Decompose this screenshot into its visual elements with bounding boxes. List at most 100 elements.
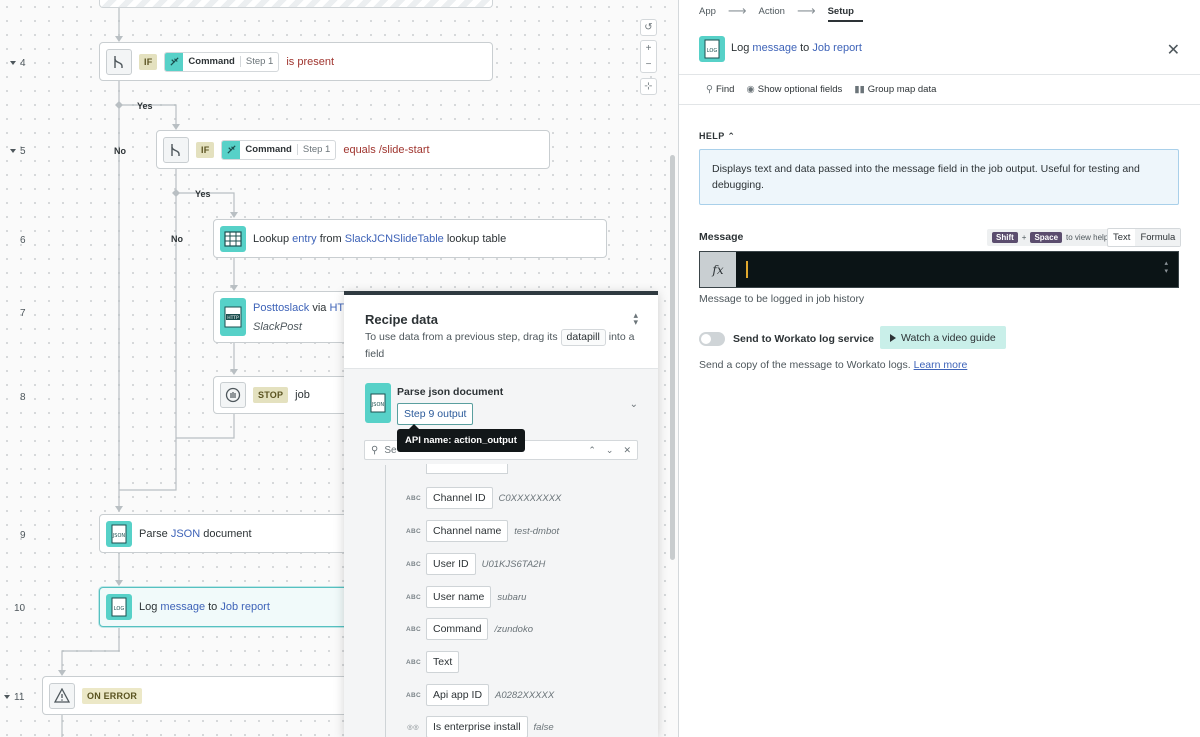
recipe-data-description: To use data from a previous step, drag i… bbox=[365, 329, 635, 360]
datapill[interactable]: Channel ID bbox=[426, 487, 493, 509]
branch-yes-label: Yes bbox=[195, 189, 211, 199]
datapill-row[interactable]: ABC User ID U01KJS6TA2H bbox=[406, 552, 545, 576]
text-mode-option[interactable]: Text bbox=[1108, 229, 1135, 246]
previous-step-stub bbox=[99, 0, 493, 8]
string-type-icon: ABC bbox=[406, 625, 421, 633]
datapill-row[interactable]: ABC Api app ID A0282XXXXX bbox=[406, 683, 554, 707]
boolean-type-icon: ◎◎ bbox=[407, 724, 419, 731]
log-service-toggle[interactable] bbox=[699, 332, 725, 346]
string-type-icon: ABC bbox=[406, 691, 421, 699]
datapill-row[interactable]: ABC Command /zundoko bbox=[406, 617, 533, 641]
sample-value: false bbox=[533, 721, 554, 733]
active-step-indicator bbox=[828, 20, 863, 22]
slack-icon bbox=[222, 140, 241, 159]
resize-handle-icon[interactable]: ▴ ▾ bbox=[633, 311, 638, 327]
help-toggle[interactable]: HELP ⌃ bbox=[699, 131, 735, 142]
condition-operator: is present bbox=[286, 55, 335, 68]
if-tag: IF bbox=[139, 53, 158, 70]
formula-mode-option[interactable]: Formula bbox=[1135, 229, 1181, 246]
step-7-summary: Posttoslack via HT SlackPost bbox=[253, 301, 345, 333]
if-tag: IF bbox=[196, 141, 215, 158]
resize-handle-icon[interactable]: ▴ ▾ bbox=[1164, 252, 1178, 287]
command-datapill[interactable]: Command Step 1 bbox=[221, 139, 337, 160]
string-type-icon: ABC bbox=[406, 658, 421, 666]
recipe-data-panel: Recipe data ▴ ▾ To use data from a previo… bbox=[344, 291, 658, 737]
chevron-down-icon[interactable]: ⌄ bbox=[630, 399, 638, 410]
divider bbox=[679, 104, 1200, 105]
datapill[interactable]: User name bbox=[426, 586, 492, 608]
sample-value: U01KJS6TA2H bbox=[481, 558, 546, 570]
command-datapill[interactable]: Command Step 1 bbox=[164, 51, 280, 72]
wizard-step-action[interactable]: Action bbox=[759, 6, 785, 17]
fit-view-button[interactable]: ⊹ bbox=[640, 78, 657, 95]
zoom-controls: + − bbox=[640, 40, 657, 73]
datapill-row[interactable]: ABC Channel name test-dmbot bbox=[406, 519, 559, 543]
clear-search-icon[interactable]: ✕ bbox=[623, 445, 631, 456]
branch-yes-label: Yes bbox=[137, 101, 153, 111]
text-cursor bbox=[746, 261, 748, 278]
next-match-icon[interactable]: ⌄ bbox=[606, 445, 614, 456]
line-number-5[interactable]: 5 bbox=[10, 146, 40, 157]
datapill[interactable]: Channel name bbox=[426, 520, 509, 542]
api-name-tooltip: API name: action_output bbox=[397, 424, 525, 452]
on-error-tag: ON ERROR bbox=[82, 687, 143, 704]
line-number-4[interactable]: 4 bbox=[10, 58, 40, 69]
datapill-row[interactable]: ◎◎ Is enterprise install false bbox=[406, 715, 554, 737]
undo-icon: ↺ bbox=[644, 22, 653, 33]
find-button[interactable]: ⚲ Find bbox=[706, 84, 734, 95]
partial-datapill bbox=[426, 464, 508, 474]
undo-button[interactable]: ↺ bbox=[640, 19, 657, 36]
text-formula-toggle[interactable]: Text Formula bbox=[1107, 228, 1182, 247]
learn-more-link[interactable]: Learn more bbox=[914, 359, 968, 371]
datapill[interactable]: Command bbox=[426, 618, 489, 640]
close-icon[interactable]: ✕ bbox=[1167, 40, 1180, 60]
svg-text:LOG: LOG bbox=[707, 48, 718, 54]
wizard-breadcrumb: App ⟶ Action ⟶ Setup bbox=[699, 3, 854, 19]
datapill[interactable]: Is enterprise install bbox=[426, 716, 528, 737]
group-map-data-button[interactable]: ▮▮ Group map data bbox=[854, 84, 936, 95]
datapill-chip: datapill bbox=[560, 329, 606, 346]
log-service-description: Send a copy of the message to Workato lo… bbox=[699, 359, 968, 371]
show-optional-fields-button[interactable]: ◉ Show optional fields bbox=[746, 84, 842, 95]
json-icon: JSON bbox=[106, 520, 132, 547]
fit-icon: ⊹ bbox=[644, 81, 653, 92]
step-header-title: Log message to Job report bbox=[731, 42, 862, 54]
line-number-9: 9 bbox=[20, 530, 26, 541]
log-icon: LOG bbox=[106, 594, 132, 620]
tree-guide bbox=[385, 465, 386, 737]
wizard-step-setup[interactable]: Setup bbox=[828, 6, 854, 17]
canvas-scrollbar[interactable] bbox=[670, 155, 675, 560]
datapill-row[interactable]: ABC User name subaru bbox=[406, 585, 526, 609]
stop-tag: STOP bbox=[253, 387, 289, 403]
keyboard-hint: Shift + Space to view help bbox=[987, 229, 1114, 246]
line-number-10: 10 bbox=[14, 603, 26, 614]
step-6-lookup[interactable]: Lookup entry from SlackJCNSlideTable loo… bbox=[213, 219, 607, 258]
datapill[interactable]: User ID bbox=[426, 553, 476, 575]
datapill[interactable]: Text bbox=[426, 651, 460, 673]
log-service-label: Send to Workato log service bbox=[733, 333, 875, 345]
wizard-step-app[interactable]: App bbox=[699, 6, 716, 17]
datapill-row[interactable]: ABC Channel ID C0XXXXXXXX bbox=[406, 486, 561, 510]
watch-video-button[interactable]: Watch a video guide bbox=[880, 326, 1006, 349]
condition-value: /slide-start bbox=[378, 143, 430, 156]
arrow-right-icon: ⟶ bbox=[727, 3, 747, 18]
datapill[interactable]: Api app ID bbox=[426, 684, 490, 706]
arrow-right-icon: ⟶ bbox=[796, 3, 816, 18]
search-input[interactable]: Se bbox=[384, 445, 396, 456]
step-9-output-pill[interactable]: Step 9 output bbox=[397, 403, 474, 425]
step-4-if[interactable]: IF Command Step 1 is present bbox=[99, 42, 493, 81]
warning-icon bbox=[49, 682, 75, 709]
json-icon: JSON bbox=[365, 383, 391, 423]
prev-match-icon[interactable]: ⌃ bbox=[588, 445, 596, 456]
string-type-icon: ABC bbox=[406, 494, 421, 502]
step-5-if[interactable]: IF Command Step 1 equals /slide-start bbox=[156, 130, 550, 169]
zoom-in-button[interactable]: + bbox=[641, 41, 656, 57]
zoom-out-button[interactable]: − bbox=[641, 57, 656, 73]
datapill-row[interactable]: ABC Text bbox=[406, 650, 460, 674]
line-number-11[interactable]: 11 bbox=[4, 692, 34, 703]
svg-text:JSON: JSON bbox=[371, 402, 385, 408]
message-formula-input[interactable]: fx ▴ ▾ bbox=[699, 251, 1179, 288]
message-hint: Message to be logged in job history bbox=[699, 293, 865, 305]
stop-hand-icon bbox=[220, 382, 246, 408]
branch-no-label: No bbox=[114, 146, 126, 156]
